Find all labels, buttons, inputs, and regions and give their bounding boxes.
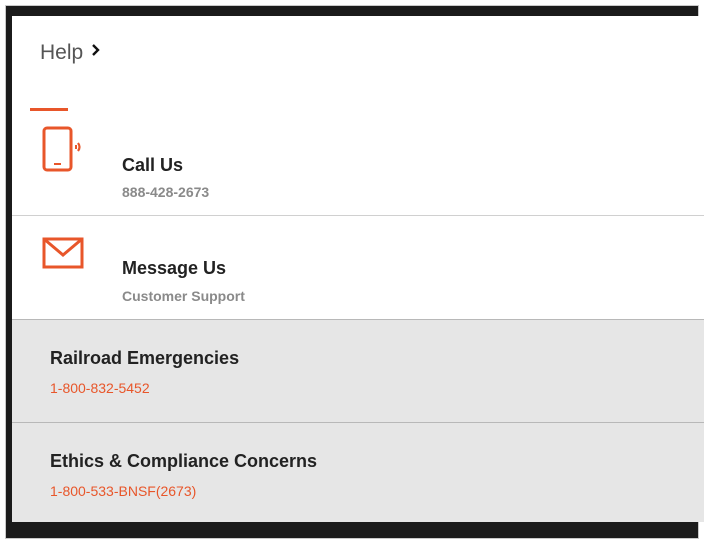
- message-us-item[interactable]: Message Us Customer Support: [12, 216, 704, 320]
- railroad-emergencies-item[interactable]: Railroad Emergencies 1-800-832-5452: [12, 320, 704, 423]
- call-us-number: 888-428-2673: [122, 184, 210, 200]
- ethics-compliance-title: Ethics & Compliance Concerns: [50, 451, 318, 471]
- railroad-emergencies-phone[interactable]: 1-800-832-5452: [50, 380, 150, 396]
- call-us-item[interactable]: Call Us 888-428-2673: [12, 111, 704, 216]
- envelope-icon: [42, 237, 84, 269]
- ethics-compliance-phone[interactable]: 1-800-533-BNSF(2673): [50, 483, 196, 499]
- help-breadcrumb[interactable]: Help: [40, 38, 100, 68]
- ethics-compliance-item[interactable]: Ethics & Compliance Concerns 1-800-533-B…: [12, 423, 704, 522]
- railroad-emergencies-title: Railroad Emergencies: [50, 348, 240, 368]
- phone-icon: [42, 126, 81, 172]
- message-us-title: Message Us: [122, 258, 227, 278]
- message-us-subtitle: Customer Support: [122, 288, 245, 304]
- help-title: Help: [40, 41, 84, 64]
- chevron-right-icon: [92, 44, 100, 56]
- help-panel: Help Call Us 888-428-2673 Message Us Cus…: [12, 16, 704, 522]
- call-us-title: Call Us: [122, 155, 184, 175]
